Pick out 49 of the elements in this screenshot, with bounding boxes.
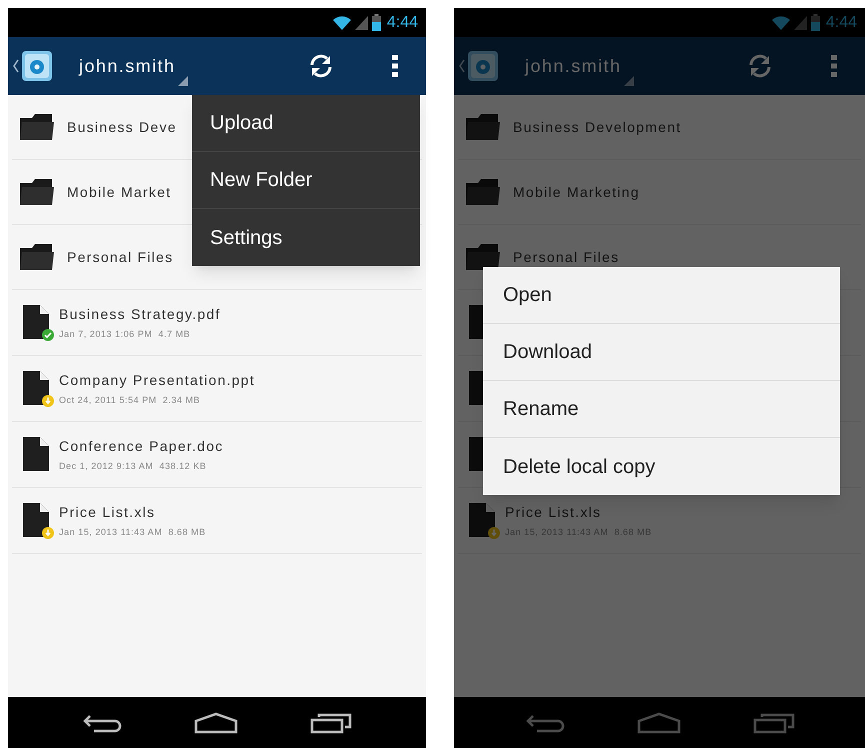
file-meta: Oct 24, 2011 5:54 PM 2.34 MB — [59, 394, 202, 407]
menu-item[interactable]: Delete local copy — [483, 438, 840, 495]
app-icon[interactable] — [21, 50, 53, 82]
folder-icon — [466, 179, 500, 205]
file-icon — [23, 436, 49, 470]
folder-icon — [466, 244, 500, 270]
back-caret-icon[interactable] — [12, 59, 20, 73]
folder-name[interactable]: Business Deve — [67, 116, 177, 138]
file-icon — [469, 436, 483, 470]
account-title[interactable]: john.smith — [79, 52, 176, 80]
file-meta: Jan 7, 2013 1:06 PM 4.7 MB — [59, 328, 192, 341]
file-icon — [23, 502, 49, 536]
menu-item[interactable]: Open — [483, 267, 840, 324]
folder-icon — [20, 179, 54, 205]
file-meta: Dec 1, 2012 9:13 AM 438.12 KB — [59, 460, 208, 473]
file-icon — [469, 502, 495, 536]
file-icon — [23, 370, 49, 404]
menu-item[interactable]: Download — [483, 324, 840, 381]
wifi-icon — [332, 16, 351, 30]
status-time: 4:44 — [826, 12, 857, 32]
folder-name[interactable]: Mobile Market — [67, 182, 172, 202]
refresh-icon[interactable] — [308, 53, 334, 79]
recent-apps-icon[interactable] — [310, 712, 352, 734]
menu-item[interactable]: Settings — [192, 209, 420, 266]
home-icon[interactable] — [194, 712, 238, 734]
folder-icon — [466, 114, 500, 140]
file-meta: Jan 15, 2013 11:43 AM 8.68 MB — [59, 526, 206, 539]
status-time: 4:44 — [386, 12, 418, 32]
dropdown-corner-icon[interactable] — [178, 76, 188, 86]
file-icon — [469, 370, 483, 404]
menu-item[interactable]: Upload — [192, 95, 420, 152]
signal-icon — [794, 16, 807, 30]
file-name[interactable]: Company Presentation.ppt — [59, 370, 256, 391]
file-icon — [469, 304, 483, 338]
file-name[interactable]: Business Strategy.pdf — [59, 304, 221, 325]
signal-icon — [354, 16, 368, 30]
folder-icon — [20, 244, 54, 270]
file-icon — [23, 304, 49, 338]
menu-item[interactable]: New Folder — [192, 152, 420, 209]
folder-icon — [20, 114, 54, 140]
folder-name[interactable]: Personal Files — [67, 246, 174, 268]
file-name[interactable]: Price List.xls — [59, 502, 206, 523]
battery-icon — [372, 14, 381, 31]
wifi-icon — [772, 16, 790, 30]
file-name[interactable]: Conference Paper.doc — [59, 436, 224, 457]
back-icon[interactable] — [82, 712, 122, 732]
menu-item[interactable]: Rename — [483, 381, 840, 438]
overflow-menu-icon[interactable] — [392, 55, 398, 77]
battery-icon — [810, 14, 820, 31]
